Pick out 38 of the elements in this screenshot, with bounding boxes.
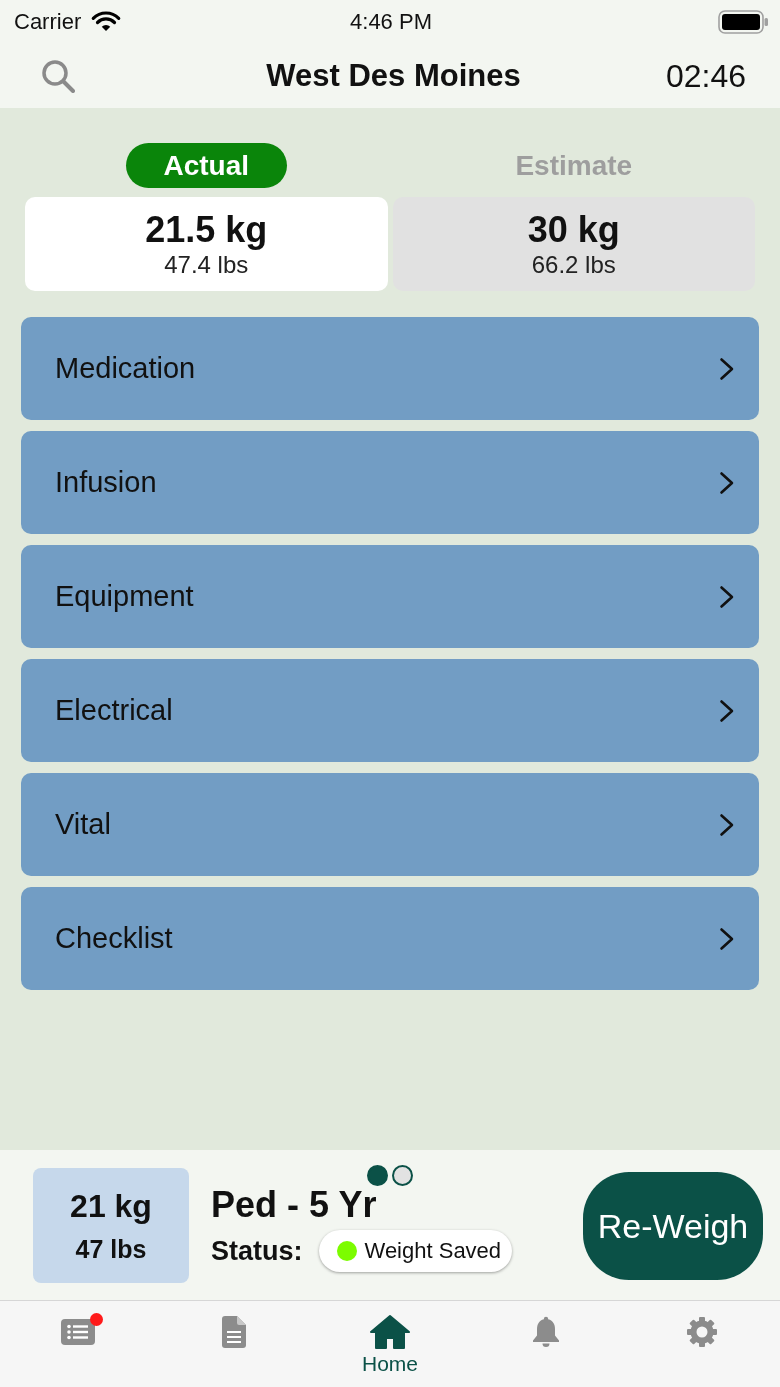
menu-row[interactable]: Medication [21,317,759,420]
chevron-icon [719,584,735,609]
weight-kg-text: 30 kg [527,209,620,251]
wifi-icon [91,11,122,33]
menu-row[interactable]: Infusion [21,431,759,534]
weight-mode-tab[interactable]: Actual [125,143,287,188]
status-text: Weight Saved [364,1238,502,1264]
weight-lbs-text: 66.2 lbs [531,251,616,279]
menu-row[interactable]: Checklist [21,887,759,990]
summary-kg-text: 21 kg [70,1187,152,1225]
weight-lbs-text: 47.4 lbs [164,251,249,279]
chevron-icon [719,698,735,723]
bell-icon [531,1316,561,1348]
battery-icon [718,10,768,34]
clock-text: 4:46 PM [350,9,432,35]
chevron-icon [719,926,735,951]
list-icon [61,1319,95,1345]
weight-card[interactable]: 30 kg 66.2 lbs [392,197,755,291]
document-icon [222,1316,246,1348]
menu-row[interactable]: Equipment [21,545,759,648]
home-icon [369,1314,411,1350]
location-title: West Des Moines [266,58,521,94]
settings-icon [686,1316,718,1348]
status-label: Status: [211,1235,303,1267]
menu-row[interactable]: Vital [21,773,759,876]
carrier-text: Carrier [14,9,82,35]
chevron-icon [719,812,735,837]
chevron-icon [719,356,735,381]
menu-row[interactable]: Electrical [21,659,759,762]
tab-item[interactable]: Home [312,1301,468,1387]
patient-text: Ped - 5 Yr [211,1186,378,1224]
summary-lbs-text: 47 lbs [75,1234,147,1264]
weight-card[interactable]: 21.5 kg 47.4 lbs [25,197,388,291]
chevron-icon [719,470,735,495]
reweigh-button[interactable]: Re-Weigh [583,1172,763,1280]
search-icon[interactable] [41,59,75,93]
timer-text: 02:46 [665,57,746,95]
weight-kg-text: 21.5 kg [145,209,268,251]
